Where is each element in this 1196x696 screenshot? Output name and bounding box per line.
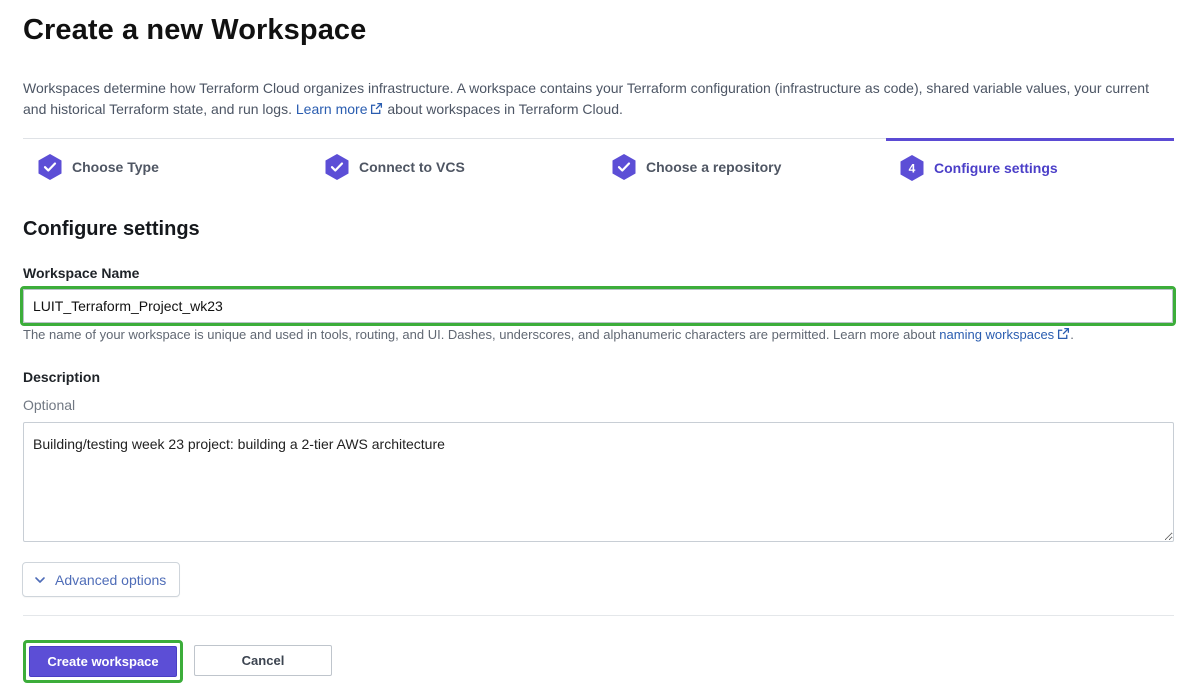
learn-more-link[interactable]: Learn more (296, 101, 384, 117)
advanced-options-label: Advanced options (55, 571, 167, 588)
step-label: Choose Type (72, 159, 159, 175)
intro-text: Workspaces determine how Terraform Cloud… (23, 78, 1173, 120)
workspace-name-input[interactable] (23, 289, 1173, 323)
external-link-icon (1058, 327, 1070, 340)
step-choose-repository[interactable]: Choose a repository (611, 139, 781, 195)
create-workspace-button[interactable]: Create workspace (29, 646, 177, 677)
step-configure-settings[interactable]: 4 Configure settings (886, 138, 1174, 194)
learn-more-link-label: Learn more (295, 101, 368, 117)
description-label: Description (23, 369, 101, 385)
cancel-button[interactable]: Cancel (194, 645, 332, 676)
section-title: Configure settings (23, 218, 200, 240)
step-label: Choose a repository (646, 159, 782, 175)
step-label: Connect to VCS (359, 159, 465, 175)
naming-workspaces-link-label: naming workspaces (939, 327, 1055, 342)
step-number: 4 (909, 161, 916, 175)
check-hex-icon (612, 154, 636, 180)
page-title: Create a new Workspace (23, 14, 367, 46)
step-connect-vcs[interactable]: Connect to VCS (324, 139, 465, 195)
create-button-highlight: Create workspace (23, 640, 183, 683)
workspace-name-highlight (20, 286, 1176, 326)
workspace-name-label: Workspace Name (23, 265, 140, 281)
check-hex-icon (325, 154, 349, 180)
description-textarea[interactable]: Building/testing week 23 project: buildi… (23, 422, 1174, 542)
intro-text-end: about workspaces in Terraform Cloud. (383, 101, 623, 117)
advanced-options-button[interactable]: Advanced options (22, 562, 180, 597)
helper-text-end: . (1070, 327, 1074, 342)
naming-workspaces-link[interactable]: naming workspaces (939, 327, 1070, 342)
helper-text: The name of your workspace is unique and… (23, 327, 940, 342)
step-label: Configure settings (934, 159, 1058, 176)
wizard-steps: Choose Type Connect to VCS Choose a repo… (23, 138, 1174, 194)
number-hex-icon: 4 (900, 154, 924, 181)
check-hex-icon (38, 154, 62, 180)
workspace-name-helper: The name of your workspace is unique and… (23, 327, 1074, 342)
divider (23, 615, 1174, 616)
optional-hint: Optional (23, 397, 76, 413)
step-choose-type[interactable]: Choose Type (37, 139, 159, 195)
external-link-icon (371, 102, 383, 115)
chevron-down-icon (35, 576, 45, 583)
